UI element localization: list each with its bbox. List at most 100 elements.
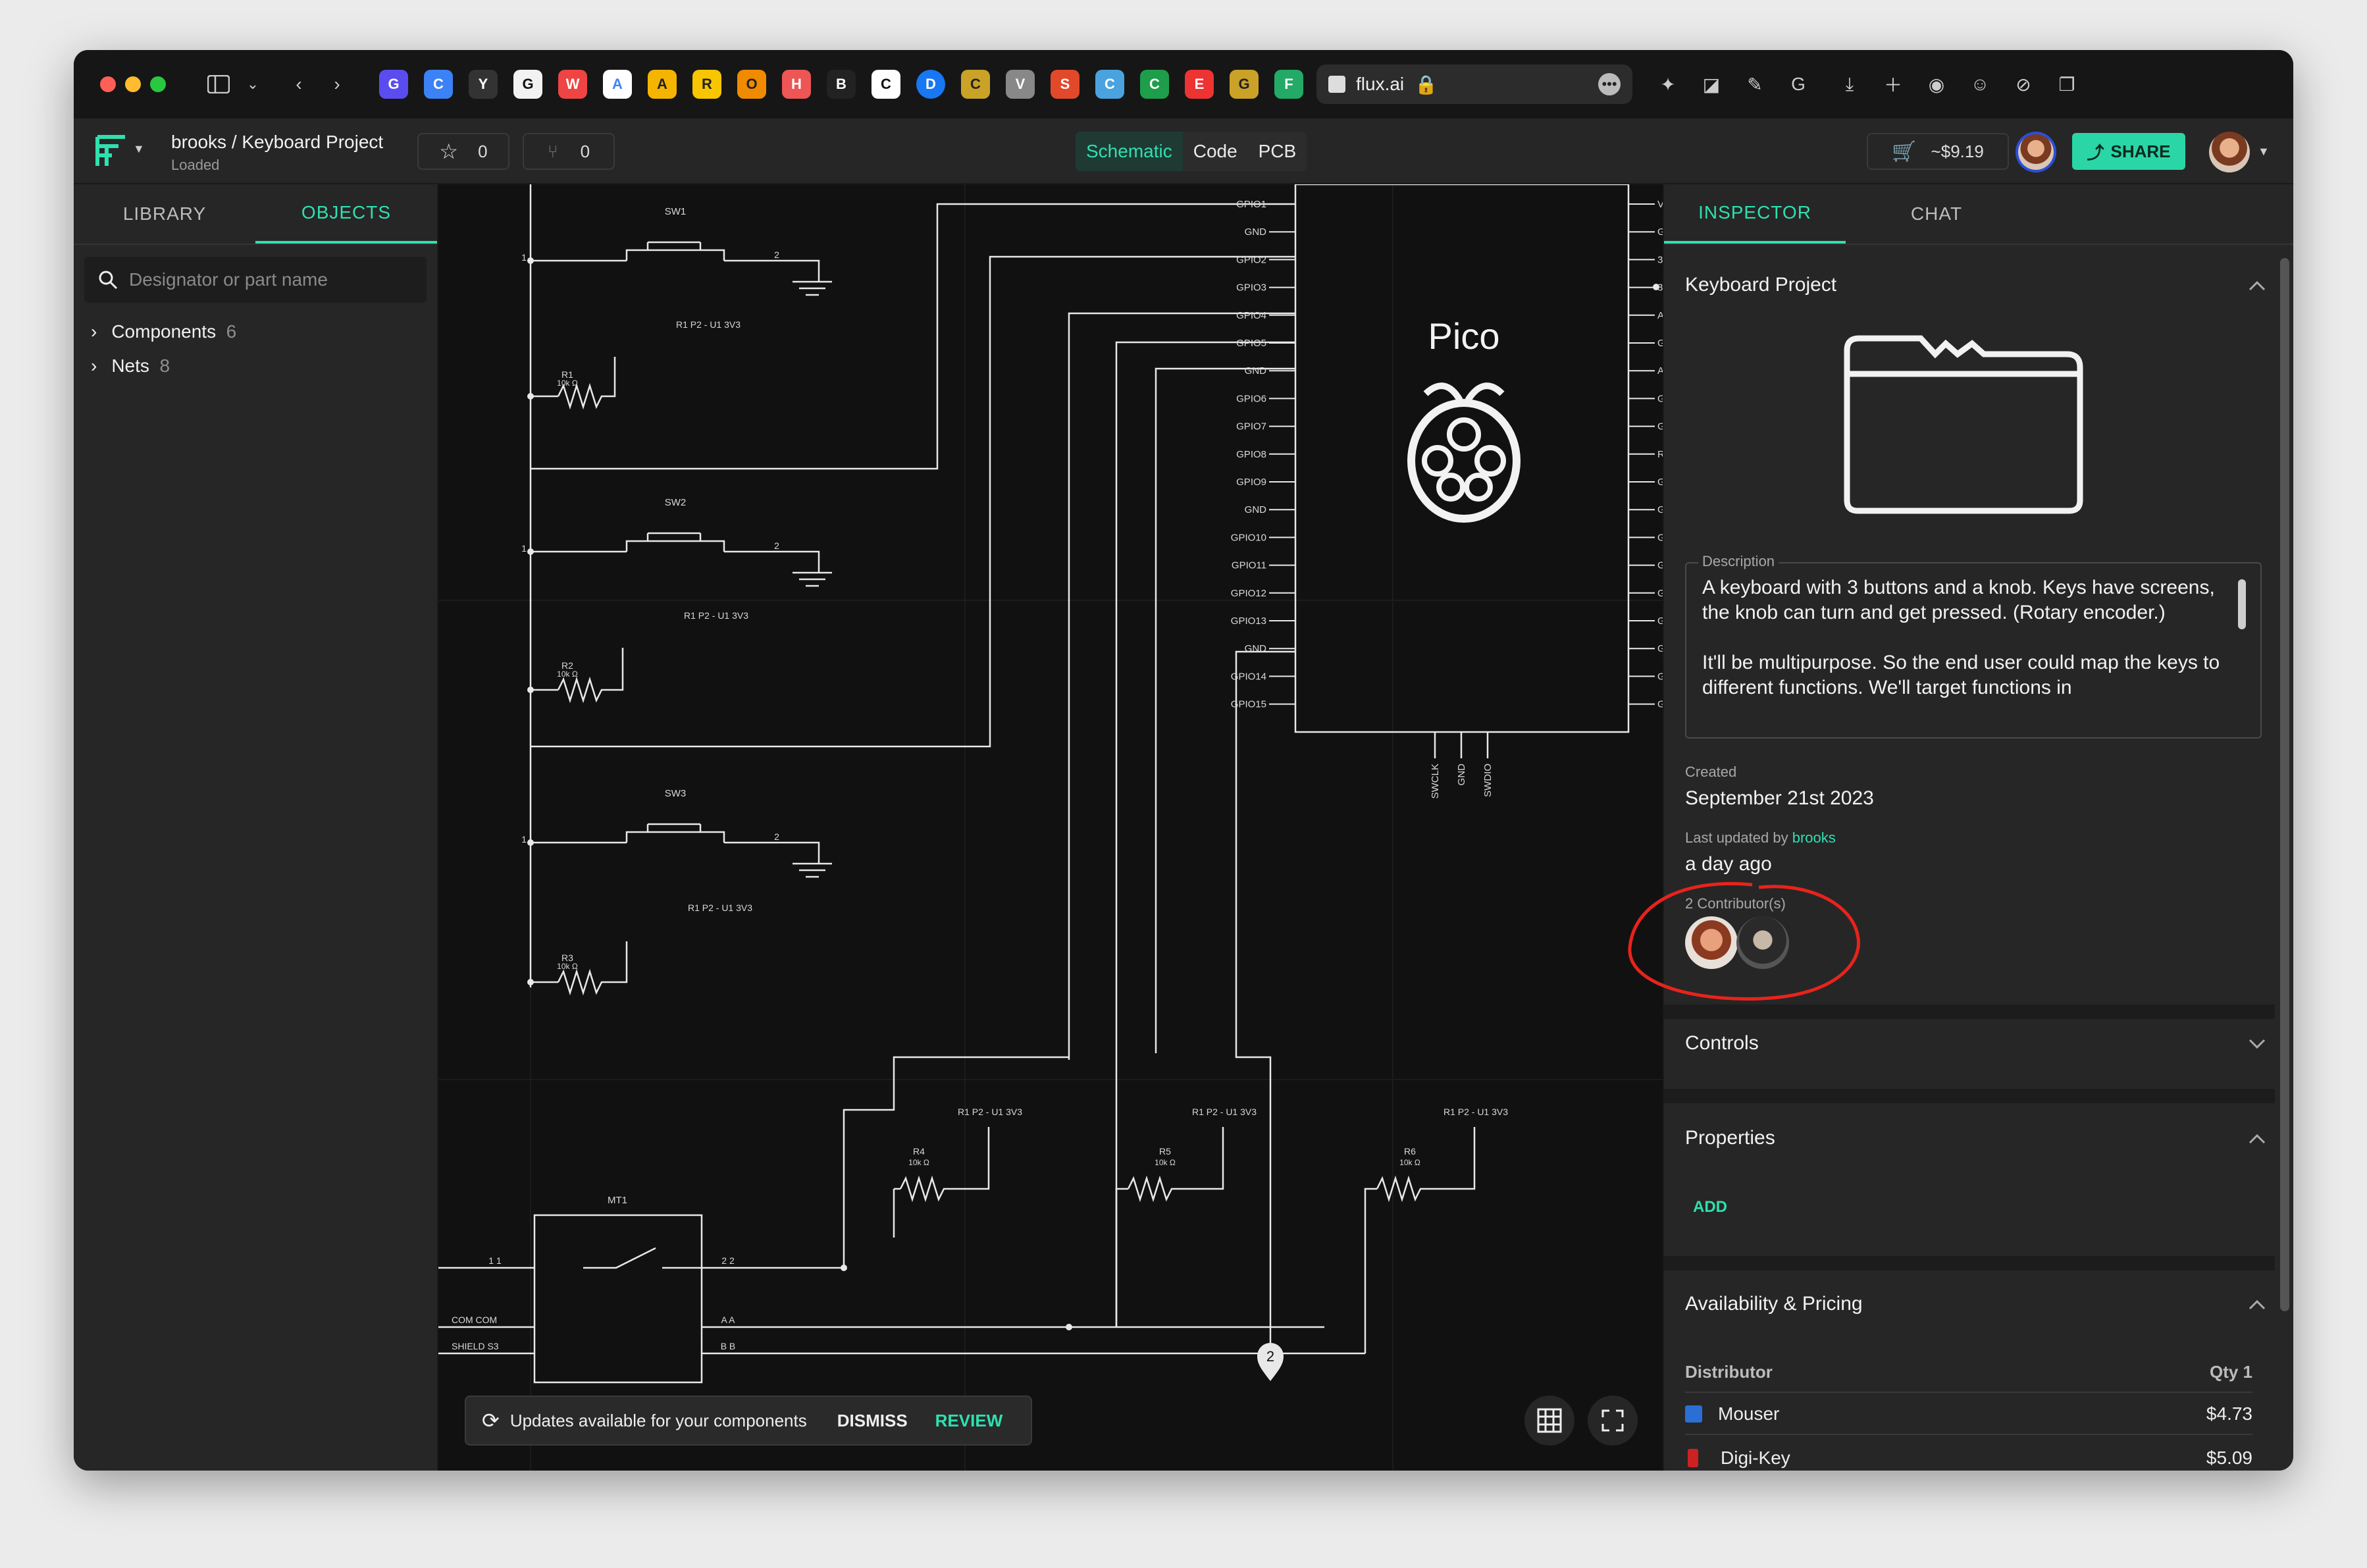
back-icon[interactable]: ‹ xyxy=(283,68,315,100)
forward-icon[interactable]: › xyxy=(321,68,353,100)
tree-item-nets[interactable]: › Nets 8 xyxy=(74,349,437,383)
fork-button[interactable]: ⑂ 0 xyxy=(523,133,615,170)
tab-favicon[interactable]: C xyxy=(424,70,453,99)
tab-favicon[interactable]: G xyxy=(513,70,542,99)
review-button[interactable]: REVIEW xyxy=(935,1411,1003,1431)
extension-icon[interactable]: ⊘ xyxy=(2008,68,2039,100)
tab-favicon[interactable]: C xyxy=(1095,70,1124,99)
tab-favicon[interactable]: R xyxy=(692,70,721,99)
inspector-scrollbar[interactable] xyxy=(2280,258,2289,1311)
star-icon: ☆ xyxy=(439,140,459,163)
tab-favicon[interactable]: C xyxy=(1140,70,1169,99)
chevron-down-icon[interactable] xyxy=(2247,1037,2267,1051)
close-window-button[interactable] xyxy=(100,76,116,92)
dismiss-button[interactable]: DISMISS xyxy=(837,1411,908,1431)
description-field[interactable]: A keyboard with 3 buttons and a knob. Ke… xyxy=(1685,562,2262,739)
flux-logo-icon[interactable] xyxy=(93,133,130,170)
tab-favicon[interactable]: C xyxy=(961,70,990,99)
schematic-canvas[interactable]: Pico GPIO1 GND GPIO2 GPIO3 GPIO4 GPIO5 GND GPIO6… xyxy=(438,184,1663,1471)
tab-favicon[interactable]: B xyxy=(827,70,856,99)
tab-objects[interactable]: OBJECTS xyxy=(255,184,437,244)
tab-favicon[interactable]: G xyxy=(1230,70,1259,99)
tab-favicon[interactable]: G xyxy=(379,70,408,99)
qty-column-header: Qty 1 xyxy=(2209,1361,2252,1382)
net-label: R1 P2 - U1 3V3 xyxy=(684,610,748,621)
user-avatar[interactable] xyxy=(2209,132,2250,172)
chevron-up-icon[interactable] xyxy=(2247,1298,2267,1311)
tab-code[interactable]: Code xyxy=(1183,132,1248,171)
tab-favicon[interactable]: A xyxy=(603,70,632,99)
extension-icon[interactable]: ◉ xyxy=(1921,68,1952,100)
schematic-drawing[interactable]: Pico GPIO1 GND GPIO2 GPIO3 GPIO4 GPIO5 GND GPIO6… xyxy=(438,184,1663,1471)
availability-section-title[interactable]: Availability & Pricing xyxy=(1685,1293,1863,1315)
tab-favicon[interactable]: V xyxy=(1006,70,1035,99)
tab-favicon[interactable]: W xyxy=(558,70,587,99)
extension-icon[interactable]: ◪ xyxy=(1696,68,1727,100)
user-menu-chevron-icon[interactable]: ▼ xyxy=(2258,145,2270,159)
project-title: Keyboard Project xyxy=(1685,274,1837,296)
table-row[interactable]: Digi-Key $5.09 xyxy=(1685,1438,2252,1471)
encoder-ref: MT1 xyxy=(608,1195,627,1206)
extension-icon[interactable]: ☺ xyxy=(1964,68,1996,100)
collaborator-avatar[interactable] xyxy=(2016,132,2056,172)
encoder-pin-label: B B xyxy=(721,1341,736,1351)
controls-section-title[interactable]: Controls xyxy=(1685,1032,1759,1055)
cart-button[interactable]: 🛒 ~$9.19 xyxy=(1867,133,2009,170)
tab-favicon[interactable]: O xyxy=(737,70,766,99)
mcu-pin-label: GPIO7 xyxy=(1236,421,1266,432)
tab-favicon[interactable]: Y xyxy=(469,70,498,99)
logo-menu-chevron-icon[interactable]: ▼ xyxy=(133,142,145,156)
mcu-pin-label: GPIO16 xyxy=(1657,699,1663,710)
breadcrumb[interactable]: brooks / Keyboard Project xyxy=(171,132,383,153)
grid-toggle-button[interactable] xyxy=(1524,1396,1574,1446)
resistor-ref: R4 xyxy=(913,1146,925,1157)
tab-overview-icon[interactable]: ❐ xyxy=(2051,68,2083,100)
chevron-up-icon[interactable] xyxy=(2247,279,2267,292)
tab-favicon[interactable]: D xyxy=(916,70,945,99)
last-updated-user-link[interactable]: brooks xyxy=(1792,829,1836,846)
tab-favicon[interactable]: A xyxy=(648,70,677,99)
chevron-up-icon[interactable] xyxy=(2247,1132,2267,1145)
mcu-pin-label: AGND xyxy=(1657,365,1663,377)
mcu-pin-label: GND xyxy=(1456,764,1467,786)
share-button[interactable]: ⤴ SHARE xyxy=(2072,133,2185,170)
pin-number: 2 xyxy=(774,831,779,842)
created-value: September 21st 2023 xyxy=(1685,787,1874,809)
description-scrollbar[interactable] xyxy=(2238,579,2246,629)
tree-item-components[interactable]: › Components 6 xyxy=(74,315,437,349)
address-bar[interactable]: flux.ai 🔒 ••• xyxy=(1316,65,1632,104)
search-field[interactable]: Designator or part name xyxy=(84,257,427,303)
tab-library[interactable]: LIBRARY xyxy=(74,184,255,244)
sidebar-toggle-icon[interactable] xyxy=(203,68,234,100)
mcu-pin-label: GND xyxy=(1657,643,1663,654)
fullscreen-button[interactable] xyxy=(1588,1396,1638,1446)
left-panel-tabs: LIBRARY OBJECTS xyxy=(74,184,437,245)
chevron-right-icon: › xyxy=(91,321,97,342)
table-row[interactable]: Mouser $4.73 xyxy=(1685,1394,2252,1435)
tab-favicon[interactable]: F xyxy=(1274,70,1303,99)
properties-section-title[interactable]: Properties xyxy=(1685,1127,1775,1149)
mcu-pin-label: GPIO5 xyxy=(1236,338,1266,349)
minimize-window-button[interactable] xyxy=(125,76,141,92)
net-label: R1 P2 - U1 3V3 xyxy=(958,1107,1022,1117)
tab-pcb[interactable]: PCB xyxy=(1248,132,1307,171)
extension-icon[interactable]: G xyxy=(1782,68,1814,100)
tab-schematic[interactable]: Schematic xyxy=(1076,132,1183,171)
extension-icon[interactable]: ✦ xyxy=(1652,68,1684,100)
new-tab-icon[interactable]: ＋ xyxy=(1877,68,1909,100)
tab-favicon[interactable]: H xyxy=(782,70,811,99)
tab-inspector[interactable]: INSPECTOR xyxy=(1664,184,1846,244)
tab-chat[interactable]: CHAT xyxy=(1846,184,2027,244)
extension-icon[interactable]: ✎ xyxy=(1739,68,1771,100)
chevron-down-icon[interactable]: ⌄ xyxy=(237,68,269,100)
tab-favicon[interactable]: S xyxy=(1051,70,1079,99)
tab-favicon[interactable]: C xyxy=(871,70,900,99)
star-button[interactable]: ☆ 0 xyxy=(417,133,509,170)
tab-favicon[interactable]: E xyxy=(1185,70,1214,99)
add-property-button[interactable]: ADD xyxy=(1693,1198,1727,1216)
zoom-window-button[interactable] xyxy=(150,76,166,92)
mcu-pin-label: 3V3_EN xyxy=(1657,254,1663,265)
download-icon[interactable]: ⤓ xyxy=(1834,68,1865,100)
more-icon[interactable]: ••• xyxy=(1598,73,1621,95)
mcu-pin-label: RUN xyxy=(1657,449,1663,460)
